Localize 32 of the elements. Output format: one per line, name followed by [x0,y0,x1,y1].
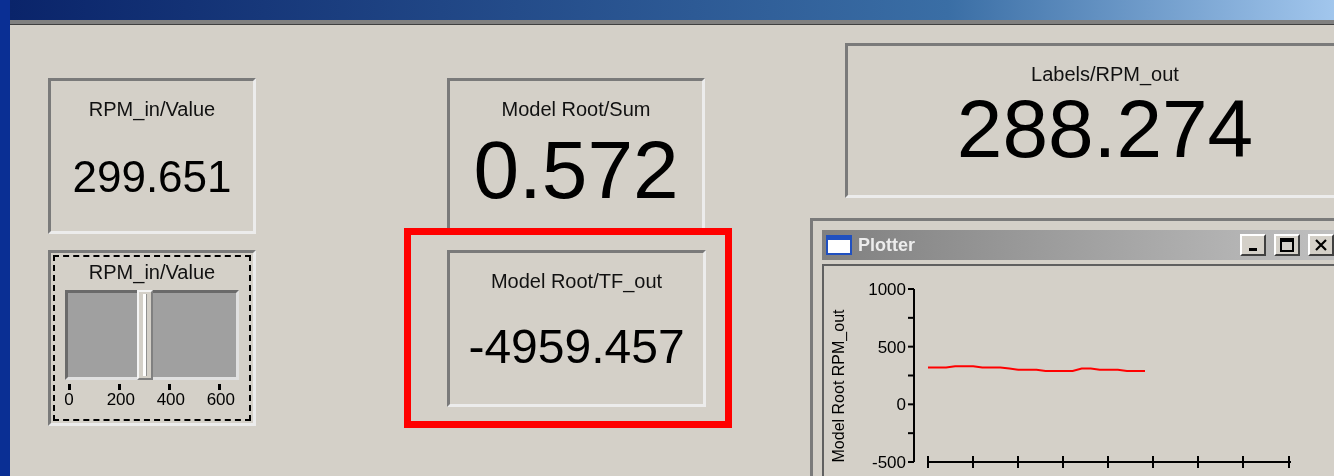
display-label: Model Root/TF_out [490,270,663,293]
tick-mark [118,384,121,390]
tick-label: 500 [877,337,906,357]
close-button[interactable] [1308,234,1334,256]
tick-mark [218,384,221,390]
display-label: Labels/RPM_out [1031,63,1179,86]
tick-label: 400 [156,390,185,410]
tick-label: 0 [64,390,74,410]
window-title: Plotter [858,234,915,256]
window-icon [826,235,852,255]
display-label: Model Root/Sum [501,98,651,121]
minimize-button[interactable] [1240,234,1266,256]
display-value: -4959.457 [468,323,685,371]
tick-label: 0 [896,395,906,415]
tick-label: 1000 [868,280,906,299]
slider-track[interactable] [65,290,239,380]
display-value: 288.274 [956,88,1254,170]
display-value: 299.651 [72,155,232,199]
slider-label: RPM_in/Value [88,261,216,284]
tick-mark [68,384,71,390]
minimize-icon [1249,247,1257,251]
maximize-icon [1280,238,1294,252]
display-label: RPM_in/Value [88,98,216,121]
axis-label: Model Root RPM_out [830,309,847,463]
tick-label: -500 [871,453,906,472]
maximize-button[interactable] [1274,234,1300,256]
close-icon [1315,239,1327,251]
tick-label: 600 [206,390,235,410]
tick-label: 200 [106,390,135,410]
display-value: 0.572 [473,129,679,211]
tick-mark [168,384,171,390]
slider-thumb[interactable] [137,290,154,380]
